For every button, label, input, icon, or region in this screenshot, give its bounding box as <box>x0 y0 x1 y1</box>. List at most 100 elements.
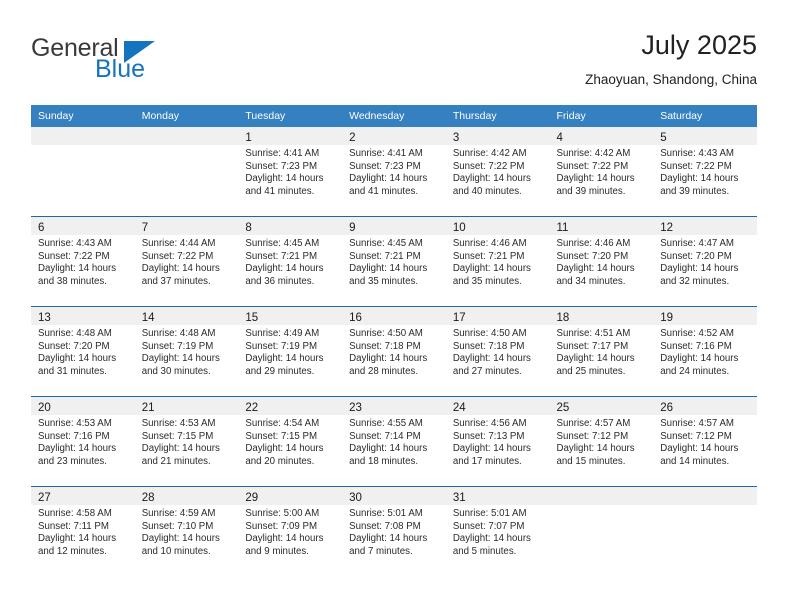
calendar-week-row: 20 Sunrise: 4:53 AM Sunset: 7:16 PM Dayligh… <box>31 396 757 487</box>
day-cell-content <box>31 127 135 216</box>
general-blue-logo[interactable]: General Blue <box>31 34 241 94</box>
sunset-text: Sunset: 7:11 PM <box>38 520 109 532</box>
day-cell-content: 12 Sunrise: 4:47 AM Sunset: 7:20 PM Dayligh… <box>653 217 757 306</box>
calendar-day-cell[interactable]: 16 Sunrise: 4:50 AM Sunset: 7:18 PM Dayligh… <box>342 306 446 397</box>
calendar-day-cell[interactable]: 14 Sunrise: 4:48 AM Sunset: 7:19 PM Dayligh… <box>134 306 239 397</box>
day-details: Sunrise: 4:57 AM Sunset: 7:12 PM Daylight:… <box>550 415 654 468</box>
day-details: Sunrise: 4:46 AM Sunset: 7:20 PM Daylight:… <box>550 235 654 288</box>
calendar-day-cell[interactable]: 10 Sunrise: 4:46 AM Sunset: 7:21 PM Dayligh… <box>445 216 550 307</box>
daylight-text: Daylight: 14 hours and 39 minutes. <box>556 173 635 197</box>
day-number: 5 <box>660 132 667 144</box>
calendar-day-cell[interactable]: 25 Sunrise: 4:57 AM Sunset: 7:12 PM Dayligh… <box>549 396 654 487</box>
calendar-day-cell[interactable]: 21 Sunrise: 4:53 AM Sunset: 7:15 PM Dayligh… <box>134 396 239 487</box>
calendar-day-cell[interactable]: 24 Sunrise: 4:56 AM Sunset: 7:13 PM Dayligh… <box>445 396 550 487</box>
day-number: 6 <box>38 222 45 234</box>
day-cell-content: 11 Sunrise: 4:46 AM Sunset: 7:20 PM Dayligh… <box>549 217 654 306</box>
sunset-text: Sunset: 7:09 PM <box>245 520 318 532</box>
daylight-text: Daylight: 14 hours and 35 minutes. <box>349 263 428 287</box>
calendar-day-cell[interactable]: 1 Sunrise: 4:41 AM Sunset: 7:23 PM Daylight… <box>238 127 343 217</box>
calendar-day-cell[interactable]: 18 Sunrise: 4:51 AM Sunset: 7:17 PM Dayligh… <box>549 306 654 397</box>
calendar-day-cell[interactable]: 8 Sunrise: 4:45 AM Sunset: 7:21 PM Daylight… <box>238 216 343 307</box>
calendar-day-cell[interactable]: 30 Sunrise: 5:01 AM Sunset: 7:08 PM Dayligh… <box>342 486 446 576</box>
calendar-day-cell[interactable]: 27 Sunrise: 4:58 AM Sunset: 7:11 PM Dayligh… <box>31 486 135 576</box>
day-number: 24 <box>452 402 466 414</box>
day-details: Sunrise: 4:45 AM Sunset: 7:21 PM Daylight:… <box>238 235 342 288</box>
calendar-day-cell[interactable]: 13 Sunrise: 4:48 AM Sunset: 7:20 PM Dayligh… <box>31 306 135 397</box>
day-details: Sunrise: 4:45 AM Sunset: 7:21 PM Daylight:… <box>342 235 446 288</box>
day-cell-content: 6 Sunrise: 4:43 AM Sunset: 7:22 PM Daylight… <box>31 217 135 306</box>
day-number: 3 <box>452 132 460 144</box>
sunset-text: Sunset: 7:13 PM <box>452 430 525 442</box>
calendar-day-cell[interactable]: 20 Sunrise: 4:53 AM Sunset: 7:16 PM Dayligh… <box>31 396 135 487</box>
day-cell-content: 14 Sunrise: 4:48 AM Sunset: 7:19 PM Dayligh… <box>134 307 239 396</box>
calendar-day-cell[interactable]: 26 Sunrise: 4:57 AM Sunset: 7:12 PM Dayligh… <box>653 396 757 487</box>
weekday-header-thursday: Thursday <box>445 105 550 127</box>
day-cell-content: 18 Sunrise: 4:51 AM Sunset: 7:17 PM Dayligh… <box>549 307 654 396</box>
day-cell-content: 27 Sunrise: 4:58 AM Sunset: 7:11 PM Dayligh… <box>31 487 135 576</box>
sunrise-text: Sunrise: 4:59 AM <box>141 508 216 519</box>
daylight-text: Daylight: 14 hours and 25 minutes. <box>556 353 635 377</box>
day-details: Sunrise: 4:53 AM Sunset: 7:16 PM Daylight:… <box>31 415 135 468</box>
day-number-band: 2 <box>342 127 446 145</box>
sunrise-text: Sunrise: 4:45 AM <box>349 238 423 249</box>
sunrise-text: Sunrise: 4:46 AM <box>452 238 527 249</box>
day-number-band: 24 <box>445 397 550 415</box>
day-number-band: 18 <box>549 307 654 325</box>
daylight-text: Daylight: 14 hours and 41 minutes. <box>349 173 428 197</box>
day-details: Sunrise: 5:01 AM Sunset: 7:07 PM Daylight:… <box>446 505 550 558</box>
day-details: Sunrise: 4:42 AM Sunset: 7:22 PM Daylight:… <box>550 145 654 198</box>
daylight-text: Daylight: 14 hours and 5 minutes. <box>452 533 531 557</box>
sunrise-text: Sunrise: 4:56 AM <box>452 418 527 429</box>
calendar-day-cell[interactable]: 22 Sunrise: 4:54 AM Sunset: 7:15 PM Dayligh… <box>238 396 343 487</box>
day-number: 20 <box>38 402 51 414</box>
day-number-band: 21 <box>134 397 239 415</box>
day-cell-content: 19 Sunrise: 4:52 AM Sunset: 7:16 PM Dayligh… <box>653 307 757 396</box>
day-cell-content: 26 Sunrise: 4:57 AM Sunset: 7:12 PM Dayligh… <box>653 397 757 486</box>
sunrise-text: Sunrise: 4:48 AM <box>38 328 112 339</box>
calendar-day-cell[interactable]: 19 Sunrise: 4:52 AM Sunset: 7:16 PM Dayligh… <box>653 306 757 397</box>
day-number-band: 4 <box>549 127 654 145</box>
day-number-band: 20 <box>31 397 135 415</box>
daylight-text: Daylight: 14 hours and 10 minutes. <box>141 533 220 557</box>
calendar-day-cell[interactable]: 12 Sunrise: 4:47 AM Sunset: 7:20 PM Dayligh… <box>653 216 757 307</box>
calendar-day-cell[interactable]: 9 Sunrise: 4:45 AM Sunset: 7:21 PM Daylight… <box>342 216 446 307</box>
sunrise-text: Sunrise: 4:44 AM <box>141 238 216 249</box>
calendar-day-cell[interactable]: 23 Sunrise: 4:55 AM Sunset: 7:14 PM Dayligh… <box>342 396 446 487</box>
sunset-text: Sunset: 7:19 PM <box>141 340 214 352</box>
calendar-day-cell[interactable]: 3 Sunrise: 4:42 AM Sunset: 7:22 PM Daylight… <box>445 127 550 217</box>
calendar-day-cell[interactable]: 28 Sunrise: 4:59 AM Sunset: 7:10 PM Dayligh… <box>134 486 239 576</box>
sunset-text: Sunset: 7:22 PM <box>38 250 110 262</box>
calendar-day-cell[interactable]: 31 Sunrise: 5:01 AM Sunset: 7:07 PM Dayligh… <box>445 486 550 576</box>
day-cell-content: 28 Sunrise: 4:59 AM Sunset: 7:10 PM Dayligh… <box>134 487 239 576</box>
calendar-day-cell[interactable]: 29 Sunrise: 5:00 AM Sunset: 7:09 PM Dayligh… <box>238 486 343 576</box>
day-details: Sunrise: 4:41 AM Sunset: 7:23 PM Daylight:… <box>238 145 342 198</box>
sunrise-text: Sunrise: 4:42 AM <box>556 148 631 159</box>
calendar-day-cell[interactable]: 11 Sunrise: 4:46 AM Sunset: 7:20 PM Dayligh… <box>549 216 654 307</box>
day-number-band <box>549 487 654 505</box>
day-details: Sunrise: 4:42 AM Sunset: 7:22 PM Daylight:… <box>446 145 550 198</box>
sunrise-text: Sunrise: 4:51 AM <box>556 328 631 339</box>
calendar-day-cell[interactable]: 7 Sunrise: 4:44 AM Sunset: 7:22 PM Daylight… <box>134 216 239 307</box>
calendar-day-cell[interactable]: 17 Sunrise: 4:50 AM Sunset: 7:18 PM Dayligh… <box>445 306 550 397</box>
calendar-day-cell[interactable]: 15 Sunrise: 4:49 AM Sunset: 7:19 PM Dayligh… <box>238 306 343 397</box>
day-details: Sunrise: 5:01 AM Sunset: 7:08 PM Daylight:… <box>342 505 446 558</box>
day-details: Sunrise: 4:58 AM Sunset: 7:11 PM Daylight:… <box>31 505 135 558</box>
day-number: 1 <box>245 132 252 144</box>
day-cell-content: 30 Sunrise: 5:01 AM Sunset: 7:08 PM Dayligh… <box>342 487 446 576</box>
daylight-text: Daylight: 14 hours and 40 minutes. <box>452 173 531 197</box>
calendar-day-cell[interactable]: 5 Sunrise: 4:43 AM Sunset: 7:22 PM Daylight… <box>653 127 757 217</box>
daylight-text: Daylight: 14 hours and 36 minutes. <box>245 263 324 287</box>
day-number-band: 26 <box>653 397 757 415</box>
day-cell-content: 3 Sunrise: 4:42 AM Sunset: 7:22 PM Daylight… <box>445 127 550 216</box>
day-cell-content: 24 Sunrise: 4:56 AM Sunset: 7:13 PM Dayligh… <box>445 397 550 486</box>
calendar-day-cell[interactable]: 6 Sunrise: 4:43 AM Sunset: 7:22 PM Daylight… <box>31 216 135 307</box>
calendar-empty-cell <box>31 127 135 217</box>
day-details: Sunrise: 4:55 AM Sunset: 7:14 PM Daylight:… <box>342 415 446 468</box>
day-number-band: 8 <box>238 217 343 235</box>
daylight-text: Daylight: 14 hours and 7 minutes. <box>349 533 428 557</box>
sunset-text: Sunset: 7:20 PM <box>556 250 629 262</box>
calendar-day-cell[interactable]: 4 Sunrise: 4:42 AM Sunset: 7:22 PM Daylight… <box>549 127 654 217</box>
sunset-text: Sunset: 7:17 PM <box>556 340 629 352</box>
sunrise-text: Sunrise: 5:01 AM <box>452 508 527 519</box>
calendar-day-cell[interactable]: 2 Sunrise: 4:41 AM Sunset: 7:23 PM Daylight… <box>342 127 446 217</box>
